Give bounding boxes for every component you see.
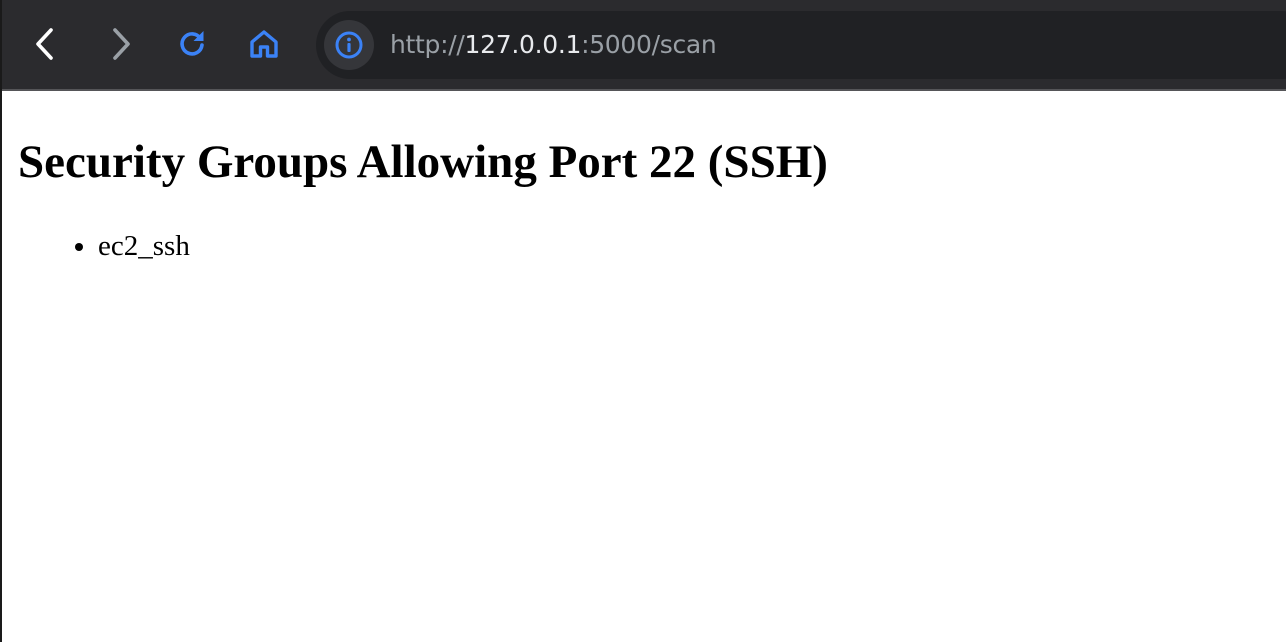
back-button[interactable] [20, 18, 72, 70]
reload-icon [180, 31, 204, 56]
home-button[interactable] [238, 18, 290, 70]
url-scheme: http:// [390, 30, 465, 59]
url-text[interactable]: http://127.0.0.1:5000/scan [390, 30, 717, 60]
reload-button[interactable] [166, 18, 218, 70]
page-content: Security Groups Allowing Port 22 (SSH) e… [2, 93, 1286, 642]
browser-window: http://127.0.0.1:5000/scan Security Grou… [0, 0, 1286, 642]
site-info-button[interactable] [324, 20, 374, 70]
forward-arrow-icon [113, 28, 130, 60]
url-host: 127.0.0.1 [464, 30, 582, 59]
address-bar[interactable]: http://127.0.0.1:5000/scan [316, 11, 1286, 79]
forward-button[interactable] [94, 18, 146, 70]
home-icon [250, 30, 278, 58]
list-item: ec2_ssh [98, 229, 190, 263]
back-arrow-icon [36, 28, 53, 60]
page-title: Security Groups Allowing Port 22 (SSH) [18, 136, 828, 188]
url-path: :5000/scan [581, 30, 717, 59]
info-icon [335, 31, 363, 59]
browser-toolbar: http://127.0.0.1:5000/scan [2, 0, 1286, 91]
security-group-list: ec2_ssh [58, 229, 190, 263]
